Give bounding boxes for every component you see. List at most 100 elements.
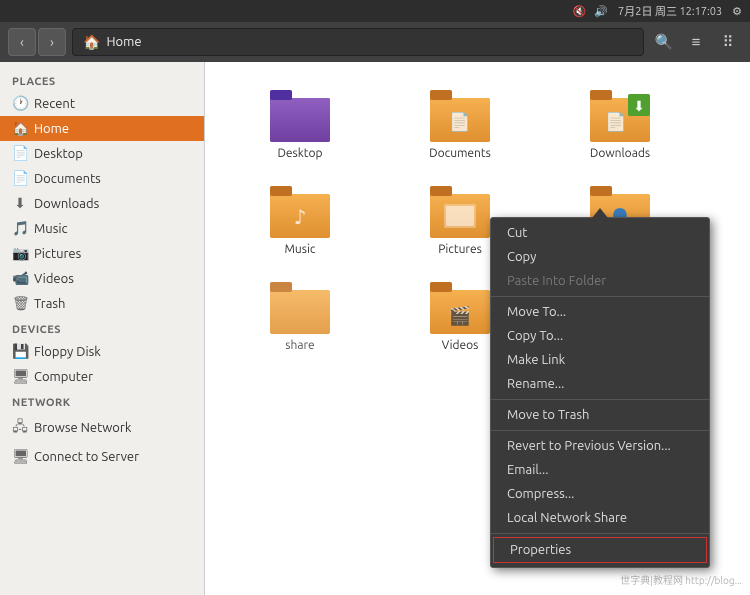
sidebar-item-browse-network[interactable]: 🖧 Browse Network	[0, 412, 204, 444]
sidebar-item-connect-server[interactable]: 🖥 Connect to Server	[0, 444, 204, 469]
trash-icon: 🗑	[12, 295, 28, 312]
settings-icon[interactable]: ⚙	[732, 5, 742, 18]
folder-documents-icon: 📄	[430, 90, 490, 142]
sidebar-item-trash[interactable]: 🗑 Trash	[0, 291, 204, 316]
downloads-icon: ⬇	[12, 195, 28, 212]
file-label-videos: Videos	[442, 339, 479, 352]
folder-pictures-icon	[430, 186, 490, 238]
folder-videos-icon: 🎬	[430, 282, 490, 334]
sidebar-label-downloads: Downloads	[34, 197, 99, 211]
sidebar-item-desktop[interactable]: 📄 Desktop	[0, 141, 204, 166]
file-item-share[interactable]: share	[225, 274, 375, 360]
sidebar-item-music[interactable]: 🎵 Music	[0, 216, 204, 241]
file-item-desktop[interactable]: Desktop	[225, 82, 375, 168]
nav-buttons: ‹ ›	[8, 28, 66, 56]
ctx-paste-into-folder: Paste Into Folder	[491, 269, 709, 293]
forward-button[interactable]: ›	[38, 28, 66, 56]
volume-icon: 🔊	[594, 5, 608, 18]
sidebar-label-pictures: Pictures	[34, 247, 81, 261]
ctx-separator-3	[491, 430, 709, 431]
topbar: 🔇 🔊 7月2日 周三 12:17:03 ⚙	[0, 0, 750, 22]
floppy-icon: 💾	[12, 343, 28, 360]
music-icon: 🎵	[12, 220, 28, 237]
back-button[interactable]: ‹	[8, 28, 36, 56]
sidebar-label-floppy: Floppy Disk	[34, 345, 101, 359]
file-label-pictures: Pictures	[438, 243, 482, 256]
file-item-documents[interactable]: 📄 Documents	[385, 82, 535, 168]
toolbar-actions: 🔍 ≡ ⠿	[650, 28, 742, 56]
folder-downloads-icon: ⬇ 📄	[590, 90, 650, 142]
sidebar-item-videos[interactable]: 📹 Videos	[0, 266, 204, 291]
toolbar: ‹ › 🏠 Home 🔍 ≡ ⠿	[0, 22, 750, 62]
svg-text:📄: 📄	[449, 111, 471, 132]
svg-text:🎬: 🎬	[449, 305, 471, 326]
search-button[interactable]: 🔍	[650, 28, 678, 56]
file-label-desktop: Desktop	[277, 147, 322, 160]
context-menu-arrow	[592, 208, 608, 218]
location-bar[interactable]: 🏠 Home	[72, 28, 644, 56]
ctx-revert[interactable]: Revert to Previous Version...	[491, 434, 709, 458]
sidebar-item-computer[interactable]: 🖥 Computer	[0, 364, 204, 389]
sidebar-label-music: Music	[34, 222, 68, 236]
sidebar: Places 🕐 Recent 🏠 Home 📄 Desktop 📄 Docum…	[0, 62, 205, 595]
network-icon: 🔇	[573, 5, 587, 18]
file-label-music: Music	[285, 243, 316, 256]
svg-text:♪: ♪	[294, 205, 307, 228]
sidebar-label-recent: Recent	[34, 97, 75, 111]
ctx-email[interactable]: Email...	[491, 458, 709, 482]
sidebar-label-home: Home	[34, 122, 69, 136]
location-text: Home	[106, 35, 141, 49]
documents-icon: 📄	[12, 170, 28, 187]
connect-server-icon: 🖥	[12, 448, 28, 465]
sidebar-label-computer: Computer	[34, 370, 93, 384]
menu-button[interactable]: ≡	[682, 28, 710, 56]
folder-share-icon	[270, 282, 330, 334]
ctx-local-network-share[interactable]: Local Network Share	[491, 506, 709, 530]
sidebar-item-pictures[interactable]: 📷 Pictures	[0, 241, 204, 266]
network-header: Network	[0, 389, 204, 412]
watermark: 世字典|教程网 http://blog...	[620, 572, 742, 587]
sidebar-label-connect-server: Connect to Server	[34, 450, 139, 464]
folder-music-icon: ♪	[270, 186, 330, 238]
folder-desktop-icon	[270, 90, 330, 142]
file-label-share: share	[285, 339, 314, 352]
svg-text:📄: 📄	[605, 111, 627, 132]
sidebar-item-documents[interactable]: 📄 Documents	[0, 166, 204, 191]
file-label-downloads: Downloads	[590, 147, 650, 160]
ctx-make-link[interactable]: Make Link	[491, 348, 709, 372]
sidebar-item-home[interactable]: 🏠 Home	[0, 116, 204, 141]
file-area: Desktop 📄	[205, 62, 750, 595]
home-folder-icon: 🏠	[12, 120, 28, 137]
home-icon: 🏠	[83, 34, 100, 51]
context-menu: Cut Copy Paste Into Folder Move To... Co…	[490, 217, 710, 568]
topbar-datetime: 7月2日 周三 12:17:03	[618, 3, 722, 19]
ctx-properties[interactable]: Properties	[493, 537, 707, 563]
file-label-documents: Documents	[429, 147, 491, 160]
ctx-cut[interactable]: Cut	[491, 221, 709, 245]
ctx-copy[interactable]: Copy	[491, 245, 709, 269]
sidebar-item-floppy[interactable]: 💾 Floppy Disk	[0, 339, 204, 364]
sidebar-item-downloads[interactable]: ⬇ Downloads	[0, 191, 204, 216]
ctx-move-to-trash[interactable]: Move to Trash	[491, 403, 709, 427]
topbar-status-icons: 🔇 🔊	[573, 5, 608, 18]
file-item-music[interactable]: ♪ Music	[225, 178, 375, 264]
sidebar-label-trash: Trash	[34, 297, 65, 311]
sidebar-label-desktop: Desktop	[34, 147, 83, 161]
file-item-downloads[interactable]: ⬇ 📄 Downloads	[545, 82, 695, 168]
ctx-compress[interactable]: Compress...	[491, 482, 709, 506]
sidebar-label-documents: Documents	[34, 172, 101, 186]
sidebar-item-recent[interactable]: 🕐 Recent	[0, 91, 204, 116]
ctx-separator-2	[491, 399, 709, 400]
ctx-move-to[interactable]: Move To...	[491, 300, 709, 324]
browse-network-icon: 🖧	[12, 416, 28, 440]
view-button[interactable]: ⠿	[714, 28, 742, 56]
sidebar-label-videos: Videos	[34, 272, 74, 286]
places-header: Places	[0, 68, 204, 91]
main-container: Places 🕐 Recent 🏠 Home 📄 Desktop 📄 Docum…	[0, 62, 750, 595]
devices-header: Devices	[0, 316, 204, 339]
pictures-icon: 📷	[12, 245, 28, 262]
ctx-rename[interactable]: Rename...	[491, 372, 709, 396]
ctx-copy-to[interactable]: Copy To...	[491, 324, 709, 348]
sidebar-label-browse-network: Browse Network	[34, 421, 131, 435]
desktop-icon: 📄	[12, 145, 28, 162]
